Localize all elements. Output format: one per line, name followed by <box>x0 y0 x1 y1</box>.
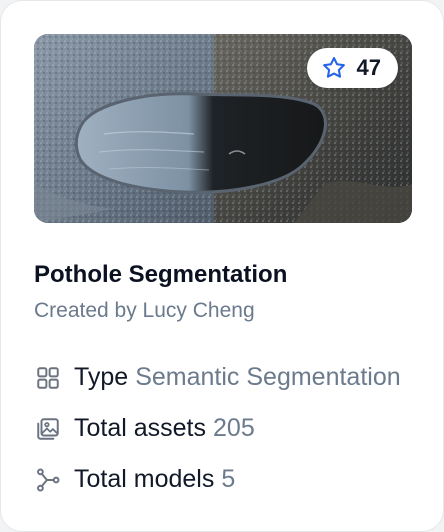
image-gallery-icon <box>34 415 62 443</box>
meta-type-row: Type Semantic Segmentation <box>34 363 419 392</box>
star-button[interactable]: 47 <box>306 48 398 88</box>
star-count: 47 <box>356 55 381 80</box>
star-outline-icon <box>322 57 345 78</box>
meta-models-label: Total models <box>74 465 215 493</box>
meta-models-row: Total models 5 <box>34 465 419 494</box>
grid-icon <box>34 364 62 392</box>
meta-type-value: Semantic Segmentation <box>135 363 401 391</box>
meta-assets-row: Total assets 205 <box>34 414 419 443</box>
meta-assets-value: 205 <box>213 414 255 442</box>
dataset-thumbnail: 47 <box>34 34 412 223</box>
meta-assets-label: Total assets <box>74 414 207 442</box>
meta-type-label: Type <box>74 363 129 391</box>
dataset-creator: Created by Lucy Cheng <box>34 299 255 322</box>
dataset-card[interactable]: 47 Pothole Segmentation Created by Lucy … <box>0 0 444 532</box>
meta-models-value: 5 <box>221 465 236 493</box>
model-graph-icon <box>34 466 62 494</box>
dataset-title[interactable]: Pothole Segmentation <box>34 261 287 289</box>
